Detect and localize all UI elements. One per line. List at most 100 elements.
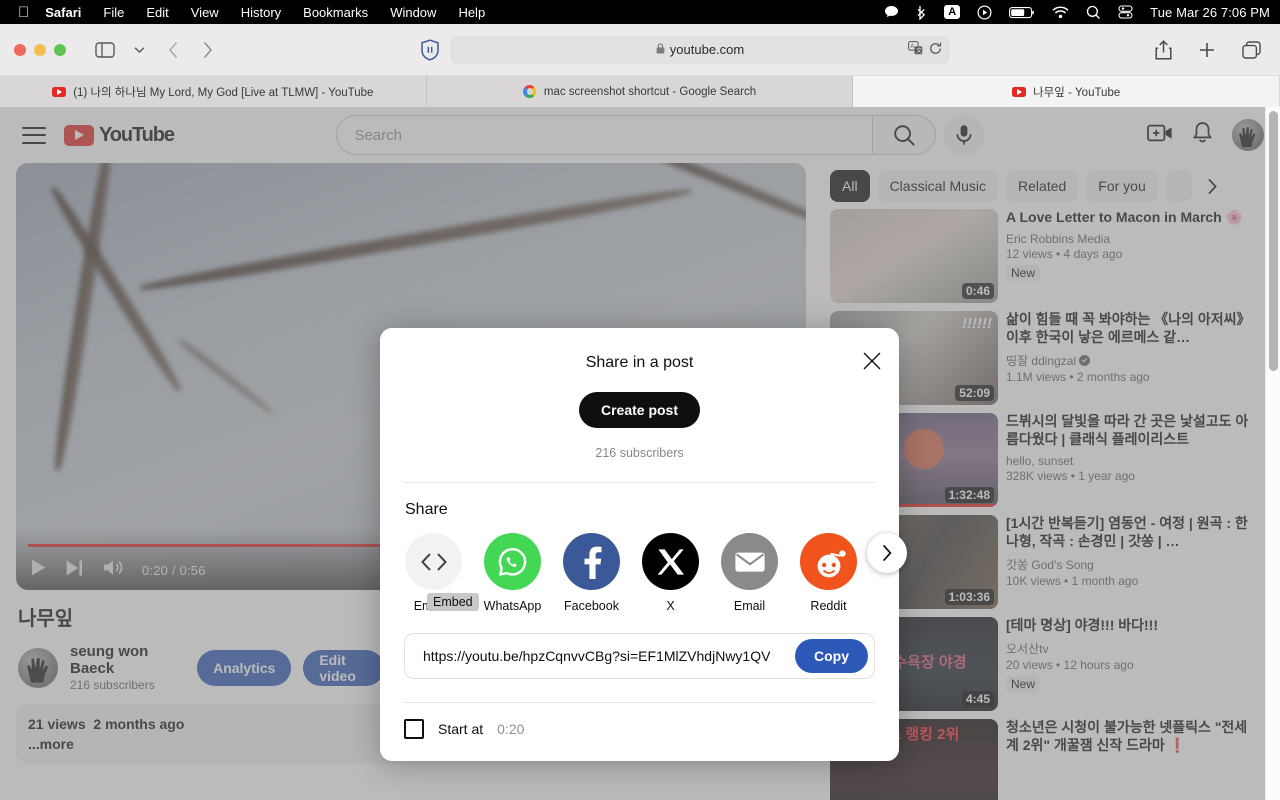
close-window-button[interactable]	[14, 44, 26, 56]
menu-bar-status-items: A Tue Mar 26 7:06 PM	[884, 5, 1270, 20]
notifications-bell-icon[interactable]	[1192, 121, 1213, 149]
chip-related[interactable]: Related	[1006, 170, 1078, 202]
analytics-button[interactable]: Analytics	[197, 650, 291, 686]
url-text: youtube.com	[670, 42, 744, 57]
minimize-window-button[interactable]	[34, 44, 46, 56]
chevron-right-icon[interactable]	[1200, 178, 1226, 195]
input-source-A-icon[interactable]: A	[944, 5, 960, 19]
close-icon[interactable]	[857, 346, 887, 376]
copy-button[interactable]: Copy	[795, 639, 868, 673]
menu-help[interactable]: Help	[458, 5, 485, 20]
voice-search-button[interactable]	[944, 115, 984, 155]
share-target-facebook[interactable]: Facebook	[563, 533, 620, 613]
search-icon	[893, 124, 916, 147]
reload-icon[interactable]	[929, 42, 942, 58]
video-title: 드뷔시의 달빛을 따라 간 곳은 낯설고도 아름다웠다 | 클래식 플레이리스트	[1006, 413, 1256, 449]
menu-window[interactable]: Window	[390, 5, 436, 20]
chip-for-you[interactable]: For you	[1086, 170, 1157, 202]
menu-bar-clock[interactable]: Tue Mar 26 7:06 PM	[1150, 5, 1270, 20]
video-frame-detail	[177, 337, 276, 416]
share-target-x[interactable]: X	[642, 533, 699, 613]
url-input[interactable]: youtube.com A文	[450, 36, 950, 64]
tab-title: (1) 나의 하나님 My Lord, My God [Live at TLMW…	[73, 84, 373, 100]
tab-item[interactable]: (1) 나의 하나님 My Lord, My God [Live at TLMW…	[0, 76, 427, 107]
account-avatar[interactable]	[1232, 119, 1264, 151]
plus-icon[interactable]	[1192, 37, 1222, 63]
wifi-icon[interactable]	[1052, 6, 1069, 19]
share-target-label: WhatsApp	[484, 599, 542, 613]
tab-item-active[interactable]: 나무잎 - YouTube	[853, 76, 1280, 107]
share-target-reddit[interactable]: Reddit	[800, 533, 857, 613]
search-submit-button[interactable]	[872, 115, 936, 155]
menu-edit[interactable]: Edit	[146, 5, 168, 20]
hamburger-menu-icon[interactable]	[22, 127, 46, 144]
video-time-display: 0:20 / 0:56	[142, 563, 206, 578]
edit-video-button[interactable]: Edit video	[303, 650, 384, 686]
svg-text:A: A	[910, 44, 914, 50]
share-target-email[interactable]: Email	[721, 533, 778, 613]
tab-item[interactable]: mac screenshot shortcut - Google Search	[427, 76, 854, 107]
share-target-whatsapp[interactable]: WhatsApp	[484, 533, 541, 613]
back-chevron-icon[interactable]	[158, 37, 188, 63]
menu-view[interactable]: View	[191, 5, 219, 20]
battery-icon[interactable]	[1009, 6, 1035, 19]
create-post-button[interactable]: Create post	[579, 392, 700, 428]
forward-chevron-icon[interactable]	[192, 37, 222, 63]
video-title: 삶이 힘들 때 꼭 봐야하는 《나의 아저씨》 이후 한국이 낳은 에르메스 같…	[1006, 311, 1256, 347]
tab-overview-icon[interactable]	[1236, 37, 1266, 63]
create-post-row: Create post	[380, 392, 899, 428]
shield-privacy-icon[interactable]	[420, 39, 440, 61]
apple-menu-icon[interactable]: 	[18, 5, 29, 20]
video-thumbnail[interactable]: 0:46	[830, 209, 998, 303]
video-meta: [테마 명상] 야경!!! 바다!!! 오서산tv 20 views • 12 …	[1006, 617, 1256, 711]
channel-info[interactable]: seung won Baeck 216 subscribers	[70, 643, 163, 692]
video-channel: 띵잘 ddingzal	[1006, 352, 1256, 369]
dialog-header: Share in a post	[380, 346, 899, 380]
video-title: 청소년은 시청이 불가능한 넷플릭스 "전세계 2위" 개꿀잼 신작 드라마 ❗	[1006, 719, 1256, 755]
spotlight-search-icon[interactable]	[1086, 5, 1101, 20]
now-playing-icon[interactable]	[977, 5, 992, 20]
youtube-page: YouTube Search	[0, 107, 1280, 800]
chip-classical-music[interactable]: Classical Music	[878, 170, 998, 202]
menu-safari[interactable]: Safari	[45, 5, 81, 20]
thumbnail-overlay-text: !!!!!!	[962, 315, 992, 332]
translate-icon[interactable]: A文	[908, 41, 923, 58]
start-at-checkbox[interactable]	[404, 719, 424, 739]
video-title: [테마 명상] 야경!!! 바다!!!	[1006, 617, 1256, 635]
video-meta: A Love Letter to Macon in March 🌸 Eric R…	[1006, 209, 1256, 303]
list-item[interactable]: 0:46 A Love Letter to Macon in March 🌸 E…	[830, 209, 1256, 303]
play-button[interactable]	[30, 558, 47, 582]
video-duration: 1:03:36	[945, 589, 994, 605]
chevron-down-icon[interactable]	[124, 37, 154, 63]
bluetooth-icon[interactable]	[916, 5, 927, 20]
scrollbar-thumb[interactable]	[1269, 111, 1278, 371]
share-url-input[interactable]: https://youtu.be/hpzCqnvvCBg?si=EF1MlZVh…	[423, 648, 795, 664]
maximize-window-button[interactable]	[54, 44, 66, 56]
reddit-icon	[800, 533, 857, 590]
share-targets-next-button[interactable]	[867, 533, 907, 573]
control-center-icon[interactable]	[1118, 5, 1133, 19]
menu-history[interactable]: History	[241, 5, 281, 20]
video-title: A Love Letter to Macon in March 🌸	[1006, 209, 1256, 227]
next-video-button[interactable]	[65, 559, 84, 582]
speech-bubble-icon[interactable]	[884, 5, 899, 19]
sidebar-icon[interactable]	[90, 37, 120, 63]
search-input[interactable]: Search	[336, 115, 872, 155]
share-url-row: https://youtu.be/hpzCqnvvCBg?si=EF1MlZVh…	[404, 633, 875, 679]
facebook-icon	[563, 533, 620, 590]
page-scrollbar[interactable]	[1265, 107, 1280, 800]
lock-icon	[656, 43, 665, 57]
channel-avatar[interactable]	[18, 648, 58, 688]
volume-button[interactable]	[102, 558, 124, 582]
chip-all[interactable]: All	[830, 170, 870, 202]
share-icon[interactable]	[1148, 37, 1178, 63]
status-badge: New	[1006, 265, 1040, 281]
whatsapp-icon	[484, 533, 541, 590]
youtube-logo[interactable]: YouTube	[64, 124, 174, 147]
menu-bookmarks[interactable]: Bookmarks	[303, 5, 368, 20]
menu-file[interactable]: File	[103, 5, 124, 20]
start-at-time[interactable]: 0:20	[497, 721, 524, 737]
chip-partial[interactable]	[1166, 170, 1192, 202]
start-at-row[interactable]: Start at 0:20	[380, 703, 899, 761]
create-video-icon[interactable]	[1147, 123, 1173, 148]
